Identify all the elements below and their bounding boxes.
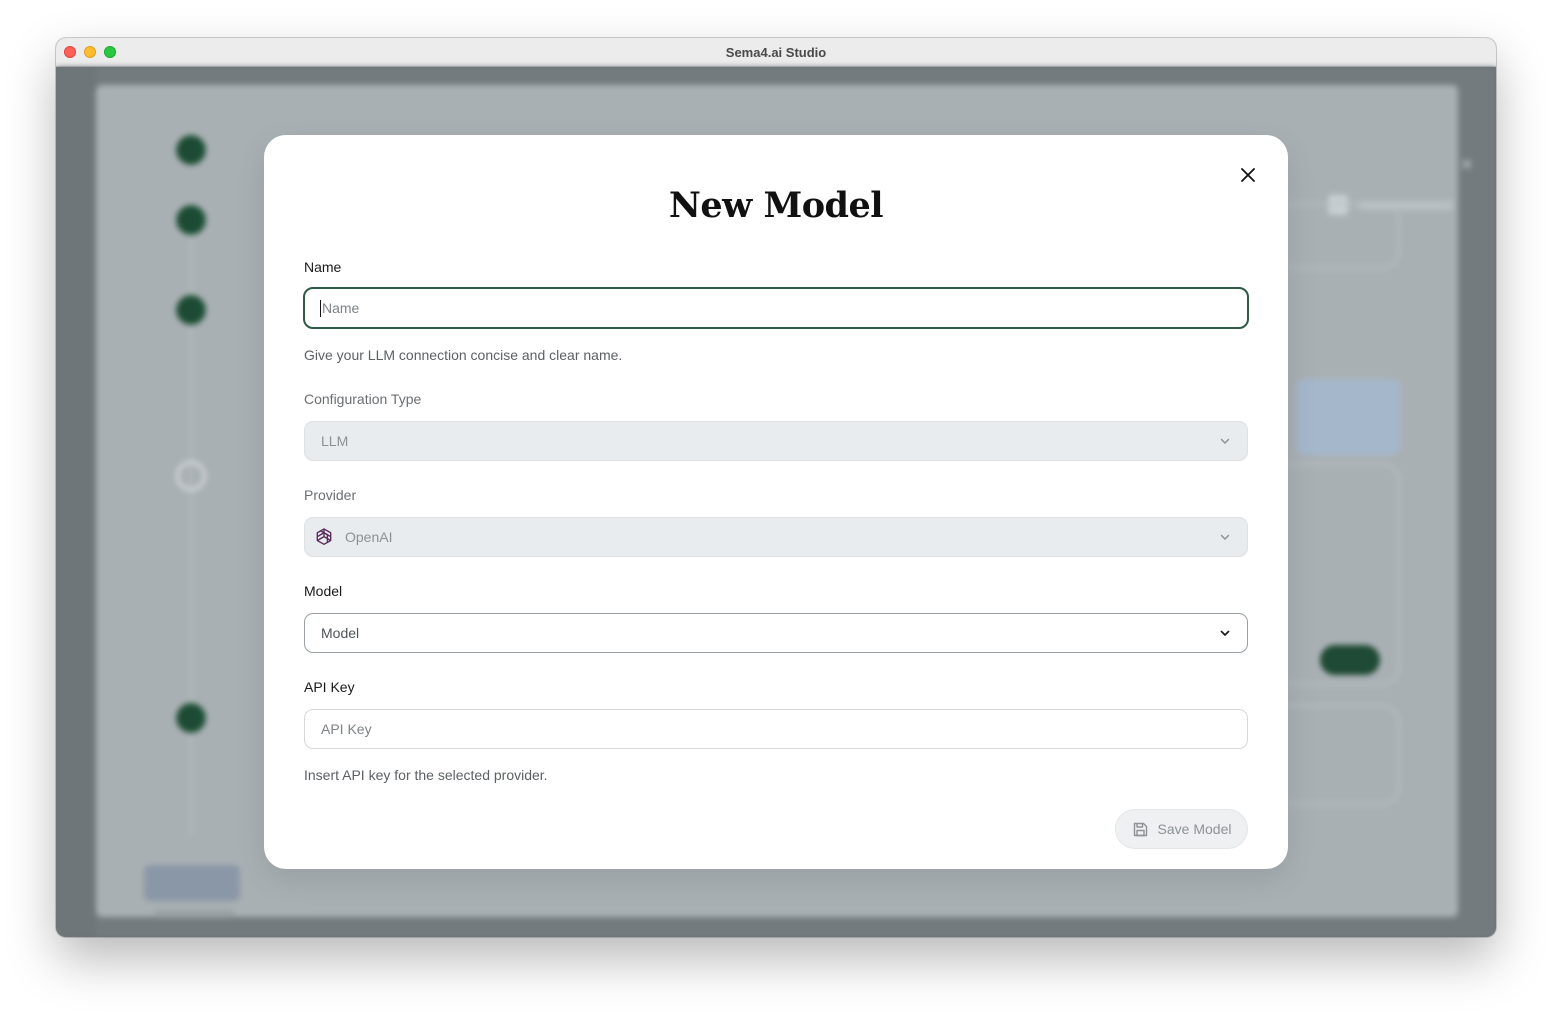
- api-key-placeholder: API Key: [321, 721, 372, 737]
- model-label: Model: [304, 583, 343, 599]
- model-placeholder: Model: [321, 625, 360, 641]
- background-step-icon: [176, 205, 206, 235]
- window-title: Sema4.ai Studio: [725, 44, 827, 60]
- save-model-label: Save Model: [1157, 821, 1232, 837]
- provider-select: OpenAI: [304, 517, 1248, 557]
- minimize-window-button[interactable]: [84, 46, 96, 58]
- background-card: [1276, 705, 1400, 805]
- save-icon: [1133, 822, 1147, 836]
- name-help-text: Give your LLM connection concise and cle…: [304, 347, 623, 363]
- provider-value: OpenAI: [345, 529, 393, 545]
- name-input[interactable]: Name: [303, 287, 1249, 329]
- save-model-button[interactable]: Save Model: [1115, 809, 1248, 849]
- close-window-button[interactable]: [64, 46, 76, 58]
- configuration-type-value: LLM: [321, 433, 349, 449]
- api-key-label: API Key: [304, 679, 355, 695]
- window-controls: [64, 46, 116, 58]
- openai-icon: [316, 528, 332, 546]
- name-placeholder: Name: [322, 300, 360, 316]
- dialog-title: New Model: [668, 185, 884, 226]
- provider-label: Provider: [304, 487, 357, 503]
- maximize-window-button[interactable]: [104, 46, 116, 58]
- api-key-input[interactable]: API Key: [304, 709, 1248, 749]
- api-key-help-text: Insert API key for the selected provider…: [304, 767, 548, 783]
- background-confirm-button: [1320, 645, 1380, 675]
- model-select[interactable]: Model: [304, 613, 1248, 653]
- background-close-icon: ✕: [1460, 157, 1474, 174]
- background-card: [1276, 203, 1400, 269]
- configuration-type-label: Configuration Type: [304, 391, 422, 407]
- new-model-dialog: New Model Name Name Give your LLM connec…: [264, 135, 1288, 869]
- close-dialog-button[interactable]: [1236, 163, 1260, 187]
- background-step-icon: [176, 295, 206, 325]
- configuration-type-select: LLM: [304, 421, 1248, 461]
- background-step-icon: [176, 703, 206, 733]
- background-step-icon: [176, 461, 206, 491]
- title-bar: Sema4.ai Studio: [56, 38, 1496, 67]
- background-info-card: [1296, 379, 1400, 455]
- chevron-down-icon: [1220, 438, 1230, 444]
- app-window: Sema4.ai Studio ✕ New Model Name Name Gi…: [56, 38, 1496, 937]
- background-step-icon: [176, 135, 206, 165]
- text-caret: [320, 299, 321, 317]
- background-deploy-button: [144, 865, 240, 901]
- name-label: Name: [304, 259, 342, 275]
- background-sidebar: [56, 67, 96, 937]
- close-icon: [1241, 168, 1255, 182]
- chevron-down-icon: [1220, 534, 1230, 540]
- background-deploy-caption: [154, 910, 234, 918]
- chevron-down-icon: [1220, 630, 1230, 636]
